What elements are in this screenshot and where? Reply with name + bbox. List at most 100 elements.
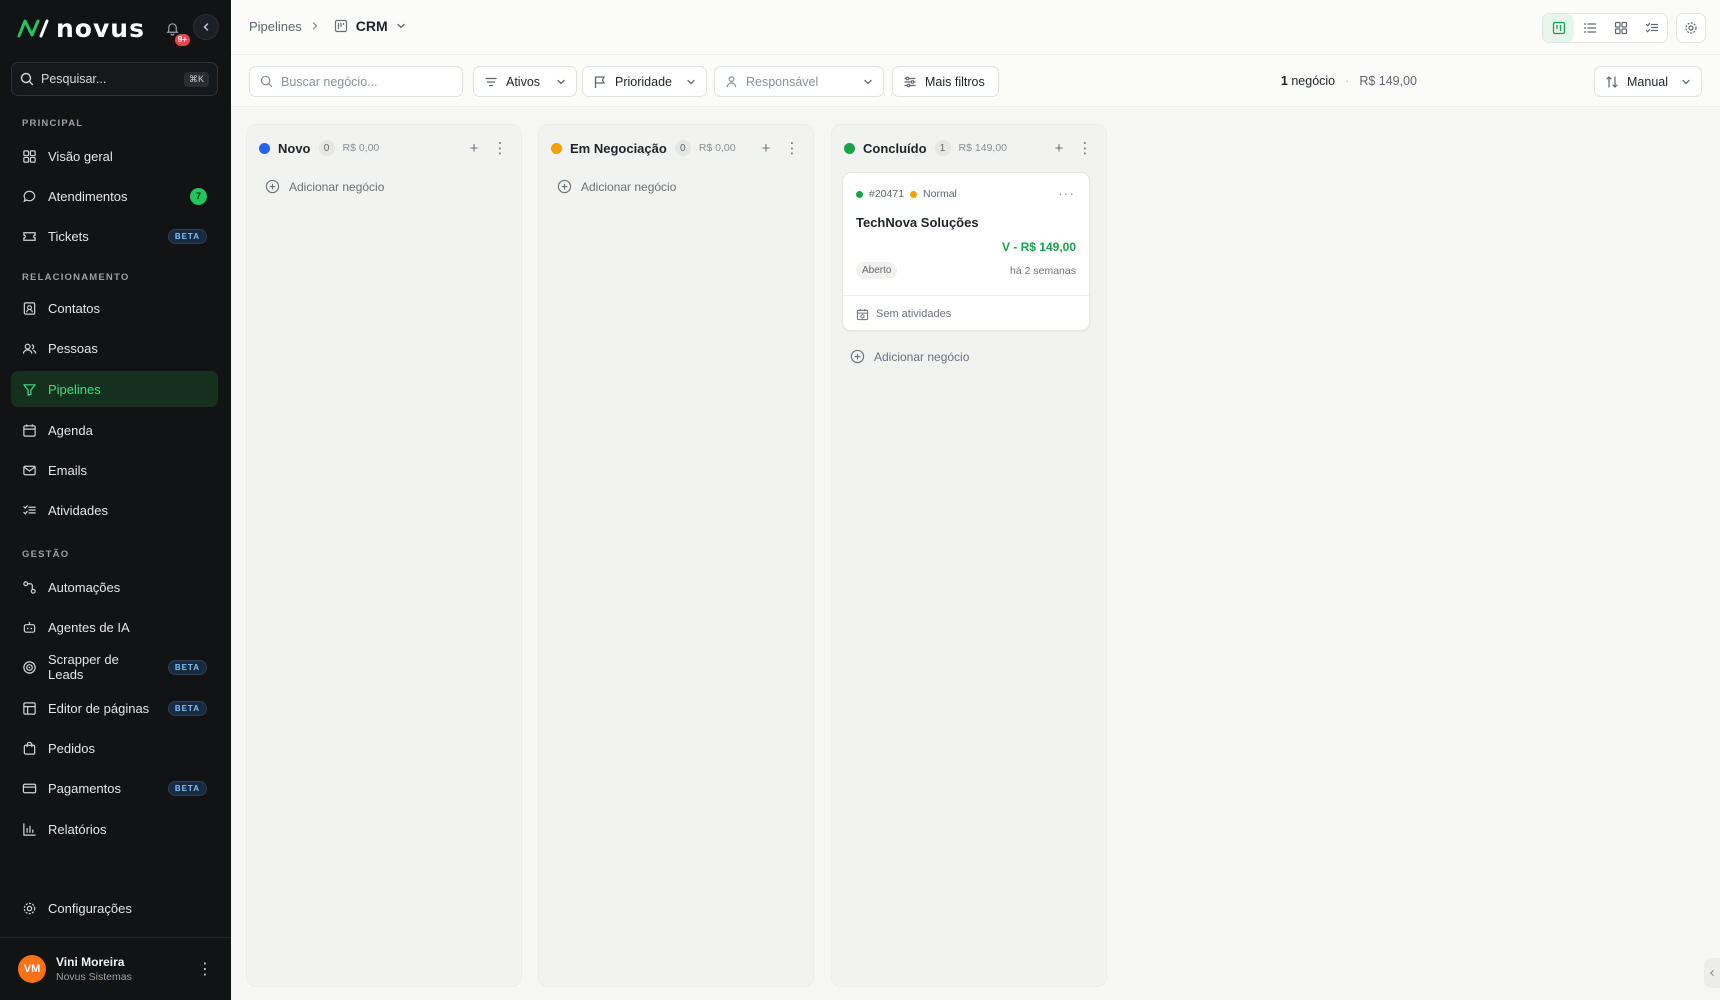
chevron-down-icon[interactable] — [396, 21, 406, 31]
sidebar-item-visao-geral[interactable]: Visão geral — [11, 138, 218, 174]
expand-panel-tab[interactable] — [1704, 958, 1720, 988]
pipeline-settings-button[interactable] — [1676, 13, 1706, 43]
sidebar-item-relatorios[interactable]: Relatórios — [11, 811, 218, 847]
column-header: Concluído 1 R$ 149,00 + ⋮ — [844, 137, 1094, 159]
deal-menu-icon[interactable]: ··· — [1058, 185, 1075, 201]
sidebar-item-scrapper-leads[interactable]: Scrapper de Leads BETA — [11, 649, 218, 685]
tasks-view-button[interactable] — [1636, 14, 1667, 42]
kanban-view-button[interactable] — [1543, 14, 1574, 42]
owner-filter-dropdown[interactable]: Responsável — [714, 66, 884, 97]
calendar-icon — [23, 423, 36, 437]
column-value: R$ 149,00 — [958, 142, 1008, 154]
status-filter-dropdown[interactable]: Ativos — [473, 66, 577, 97]
deal-card[interactable]: #20471 Normal ··· TechNova Soluções V - … — [842, 172, 1090, 331]
chat-bubble-icon — [23, 190, 36, 202]
sidebar-item-label: Contatos — [48, 300, 101, 316]
sidebar-item-contatos[interactable]: Contatos — [11, 290, 218, 326]
notification-count-badge: 9+ — [174, 34, 190, 46]
funnel-icon — [23, 383, 36, 396]
sort-arrows-icon — [1606, 75, 1618, 88]
column-menu-icon[interactable]: ⋮ — [783, 139, 801, 157]
beta-badge: BETA — [167, 700, 207, 716]
gear-icon — [23, 902, 36, 914]
ticket-icon — [23, 231, 36, 241]
sidebar-item-label: Pagamentos — [48, 780, 121, 796]
column-menu-icon[interactable]: ⋮ — [491, 139, 509, 157]
chevron-down-icon — [557, 79, 565, 84]
deal-status-badge: Aberto — [856, 262, 898, 279]
sidebar-search-input[interactable]: Pesquisar... ⌘K — [11, 62, 218, 96]
section-relacionamento: RELACIONAMENTO — [22, 272, 130, 283]
brand-logo[interactable]: novus — [16, 12, 145, 44]
workflow-icon — [23, 580, 36, 594]
breadcrumb: Pipelines CRM — [249, 18, 406, 34]
avatar: VM — [18, 955, 46, 983]
list-view-button[interactable] — [1574, 14, 1605, 42]
column-color-dot — [259, 142, 270, 154]
sidebar-item-tickets[interactable]: Tickets BETA — [11, 218, 218, 254]
sidebar-item-agenda[interactable]: Agenda — [11, 412, 218, 448]
deal-value: V - R$ 149,00 — [1001, 240, 1076, 254]
kanban-column-concluido: Concluído 1 R$ 149,00 + ⋮ #20471 Normal … — [831, 124, 1107, 987]
search-placeholder: Pesquisar... — [41, 72, 107, 86]
bot-icon — [23, 621, 36, 633]
bell-icon — [165, 22, 179, 36]
column-name: Novo — [278, 140, 311, 156]
chevron-right-icon — [312, 22, 318, 30]
sidebar-item-emails[interactable]: Emails — [11, 452, 218, 488]
sidebar-item-pagamentos[interactable]: Pagamentos BETA — [11, 770, 218, 806]
more-filters-button[interactable]: Mais filtros — [892, 66, 999, 97]
deal-timestamp: há 2 semanas — [1010, 265, 1076, 277]
column-name: Em Negociação — [570, 140, 667, 156]
collapse-sidebar-button[interactable] — [193, 14, 219, 40]
layout-icon — [23, 701, 36, 715]
sidebar-item-pedidos[interactable]: Pedidos — [11, 730, 218, 766]
user-profile[interactable]: VM Vini Moreira Novus Sistemas ⋮ — [0, 937, 231, 1000]
sliders-icon — [904, 76, 916, 87]
add-deal-button[interactable]: Adicionar negócio — [850, 349, 969, 364]
add-icon[interactable]: + — [465, 139, 483, 157]
add-icon[interactable]: + — [1050, 139, 1068, 157]
summary-separator: · — [1345, 74, 1350, 88]
breadcrumb-current[interactable]: CRM — [356, 18, 388, 34]
kanban-column-em-negociacao: Em Negociação 0 R$ 0,00 + ⋮ Adicionar ne… — [538, 124, 814, 987]
user-org: Novus Sistemas — [56, 971, 132, 983]
filter-bar: Buscar negócio... Ativos Prioridade Resp… — [231, 55, 1720, 107]
sort-dropdown[interactable]: Manual — [1594, 66, 1702, 97]
notifications-button[interactable]: 9+ — [160, 16, 190, 46]
plus-circle-icon — [265, 179, 280, 194]
pipeline-icon — [334, 19, 347, 33]
user-menu-icon[interactable]: ⋮ — [197, 959, 213, 979]
deal-card-meta: #20471 Normal — [856, 188, 957, 200]
deal-title: TechNova Soluções — [856, 215, 979, 230]
add-icon[interactable]: + — [757, 139, 775, 157]
sidebar-item-pessoas[interactable]: Pessoas — [11, 330, 218, 366]
deal-count-label: negócio — [1291, 74, 1336, 88]
column-menu-icon[interactable]: ⋮ — [1076, 139, 1094, 157]
grid-view-button[interactable] — [1605, 14, 1636, 42]
column-count: 1 — [934, 140, 951, 156]
add-deal-button[interactable]: Adicionar negócio — [265, 179, 384, 194]
sidebar-item-configuracoes[interactable]: Configurações — [11, 890, 218, 926]
sidebar-item-atendimentos[interactable]: Atendimentos 7 — [11, 178, 218, 214]
sidebar-item-label: Agentes de IA — [48, 619, 130, 635]
sidebar-item-automacoes[interactable]: Automações — [11, 569, 218, 605]
deal-activities-label: Sem atividades — [876, 308, 952, 320]
breadcrumb-parent[interactable]: Pipelines — [249, 19, 302, 34]
sidebar-item-pipelines[interactable]: Pipelines — [11, 371, 218, 407]
chevron-left-icon — [203, 23, 209, 31]
sidebar-item-label: Configurações — [48, 900, 132, 916]
column-count: 0 — [318, 140, 335, 156]
priority-filter-dropdown[interactable]: Prioridade — [582, 66, 707, 97]
flag-icon — [594, 75, 605, 88]
column-header: Em Negociação 0 R$ 0,00 + ⋮ — [551, 137, 801, 159]
more-filters-label: Mais filtros — [925, 74, 985, 89]
column-value: R$ 0,00 — [698, 142, 736, 154]
add-deal-button[interactable]: Adicionar negócio — [557, 179, 676, 194]
beta-badge: BETA — [167, 659, 207, 675]
sidebar-item-agentes-ia[interactable]: Agentes de IA — [11, 609, 218, 645]
chevron-left-icon — [1710, 970, 1714, 976]
sidebar-item-atividades[interactable]: Atividades — [11, 492, 218, 528]
deal-search-input[interactable]: Buscar negócio... — [249, 66, 463, 97]
sidebar-item-editor-paginas[interactable]: Editor de páginas BETA — [11, 690, 218, 726]
